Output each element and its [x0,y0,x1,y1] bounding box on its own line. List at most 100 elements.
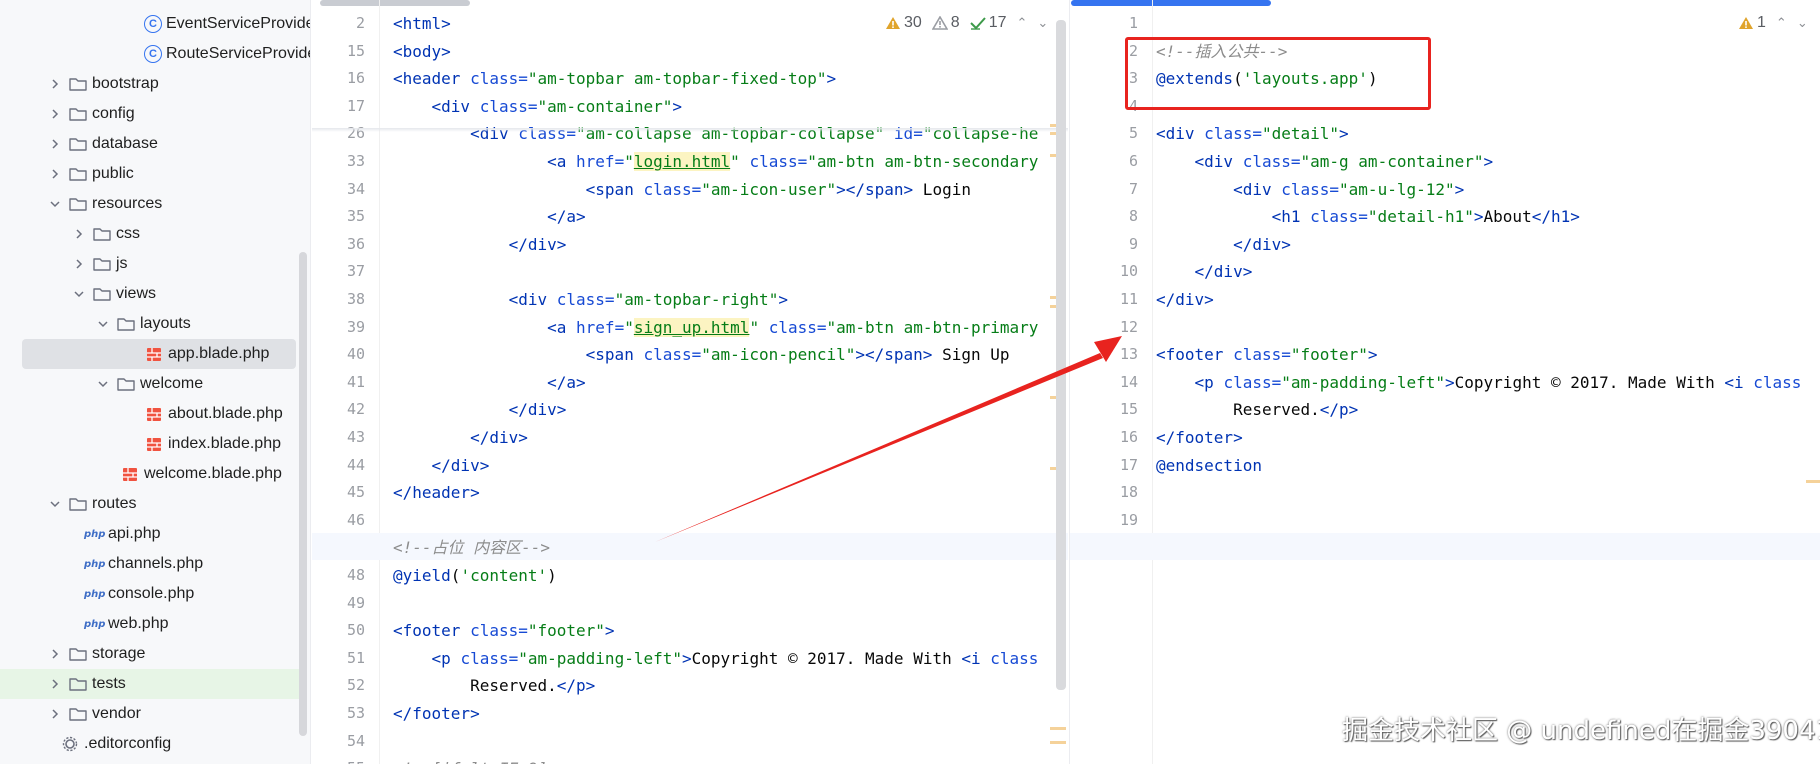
chevron-right-icon[interactable] [72,227,86,241]
line-number[interactable]: 8 [1129,207,1138,225]
marker-stripe[interactable] [1806,480,1820,483]
line-number[interactable]: 38 [347,290,365,308]
code-line[interactable]: Reserved.</p> [1156,396,1358,423]
line-number[interactable]: 51 [347,649,365,667]
line-number[interactable]: 17 [1120,456,1138,474]
chevron-down-icon[interactable] [48,497,62,511]
line-number[interactable]: 18 [1120,483,1138,501]
line-number[interactable]: 49 [347,594,365,612]
code-line[interactable]: </div> [393,396,567,423]
chevron-right-icon[interactable] [48,677,62,691]
project-tree-scrollbar[interactable] [299,252,307,736]
tree-item[interactable]: css [0,219,300,249]
line-number[interactable]: 34 [347,180,365,198]
warnings-count[interactable]: 30 [885,14,922,32]
code-token[interactable]: sign_up.html [633,317,750,337]
code-line[interactable]: Reserved.</p> [393,672,595,699]
line-number[interactable]: 44 [347,456,365,474]
line-number[interactable]: 19 [1120,511,1138,529]
code-line[interactable]: <div class="am-topbar-right"> [393,286,788,313]
code-line[interactable]: <footer class="footer"> [393,617,615,644]
code-line[interactable]: <body> [393,38,451,65]
line-number[interactable]: 43 [347,428,365,446]
chevron-right-icon[interactable] [48,707,62,721]
code-line[interactable]: </header> [393,479,480,506]
tree-item[interactable]: tests [0,669,300,699]
code-line[interactable]: <footer class="footer"> [1156,341,1378,368]
line-number[interactable]: 40 [347,345,365,363]
tree-item[interactable]: bootstrap [0,69,300,99]
code-line[interactable]: </div> [1156,258,1253,285]
line-number[interactable]: 15 [1120,400,1138,418]
chevron-right-icon[interactable] [48,647,62,661]
line-number[interactable]: 15 [347,42,365,60]
tree-item[interactable]: about.blade.php [0,399,300,429]
chevron-down-icon[interactable] [96,377,110,391]
chevron-right-icon[interactable] [72,257,86,271]
warnings-count[interactable]: 1 [1738,14,1766,32]
line-number[interactable]: 9 [1129,235,1138,253]
chevron-right-icon[interactable] [48,107,62,121]
code-line[interactable]: </div> [393,424,528,451]
tree-item[interactable]: app.blade.php [22,339,296,369]
line-number[interactable]: 50 [347,621,365,639]
line-number[interactable]: 33 [347,152,365,170]
line-number[interactable]: 52 [347,676,365,694]
code-line[interactable]: </div> [393,231,567,258]
editor-about-blade[interactable]: 1234567891011121314151617181920 <!--插入公共… [1069,0,1820,764]
line-number[interactable]: 16 [347,69,365,87]
code-line[interactable]: </div> [1156,231,1291,258]
chevron-right-icon[interactable] [48,137,62,151]
tree-item[interactable]: welcome [0,369,300,399]
code-line[interactable]: <div class="detail"> [1156,120,1349,147]
line-number[interactable]: 11 [1120,290,1138,308]
next-highlight-button[interactable]: ⌄ [1797,15,1808,31]
line-number[interactable]: 13 [1120,345,1138,363]
tree-item[interactable]: .editorconfig [0,729,300,759]
tree-item[interactable]: views [0,279,300,309]
tree-item[interactable]: index.blade.php [0,429,300,459]
line-number[interactable]: 10 [1120,262,1138,280]
line-number[interactable]: 54 [347,732,365,750]
code-line[interactable]: <p class="am-padding-left">Copyright © 2… [1156,369,1802,396]
code-line[interactable]: <div class="am-container"> [393,93,682,120]
line-number[interactable]: 1 [1129,14,1138,32]
code-line[interactable]: @endsection [1156,452,1262,479]
tree-item[interactable]: routes [0,489,300,519]
line-number[interactable]: 46 [347,511,365,529]
code-line[interactable]: </div> [393,452,490,479]
tree-item[interactable]: database [0,129,300,159]
code-line[interactable]: <h1 class="detail-h1">About</h1> [1156,203,1580,230]
tree-item[interactable]: resources [0,189,300,219]
chevron-down-icon[interactable] [96,317,110,331]
line-number[interactable]: 45 [347,483,365,501]
code-line[interactable]: <html> [393,10,451,37]
code-line[interactable]: <div class="am-g am-container"> [1156,148,1494,175]
line-number[interactable]: 12 [1120,318,1138,336]
line-number[interactable]: 2 [356,14,365,32]
marker-stripe[interactable] [1050,727,1066,730]
tree-item[interactable]: php console.php [0,579,300,609]
inspection-widget[interactable]: 1 ⌃ ⌄ [1738,14,1808,32]
line-number[interactable]: 6 [1129,152,1138,170]
line-number[interactable]: 16 [1120,428,1138,446]
ok-count[interactable]: 17 [969,14,1007,32]
tree-item[interactable]: CEventServiceProvider.p [0,9,310,39]
line-number[interactable]: 37 [347,262,365,280]
inspection-widget[interactable]: 30 8 17 ⌃ ⌄ [885,14,1048,32]
tree-item[interactable]: storage [0,639,300,669]
line-number[interactable]: 17 [347,97,365,115]
tree-item[interactable]: welcome.blade.php [0,459,300,489]
line-number[interactable]: 14 [1120,373,1138,391]
tree-item[interactable]: layouts [0,309,300,339]
line-number[interactable]: 53 [347,704,365,722]
chevron-down-icon[interactable] [72,287,86,301]
line-number[interactable]: 55 [347,759,365,764]
chevron-right-icon[interactable] [48,77,62,91]
weak-warnings-count[interactable]: 8 [931,14,960,32]
next-highlight-button[interactable]: ⌄ [1037,15,1048,31]
line-number[interactable]: 42 [347,400,365,418]
marker-stripe[interactable] [1050,741,1066,744]
code-line[interactable]: </footer> [393,700,480,727]
chevron-right-icon[interactable] [48,167,62,181]
